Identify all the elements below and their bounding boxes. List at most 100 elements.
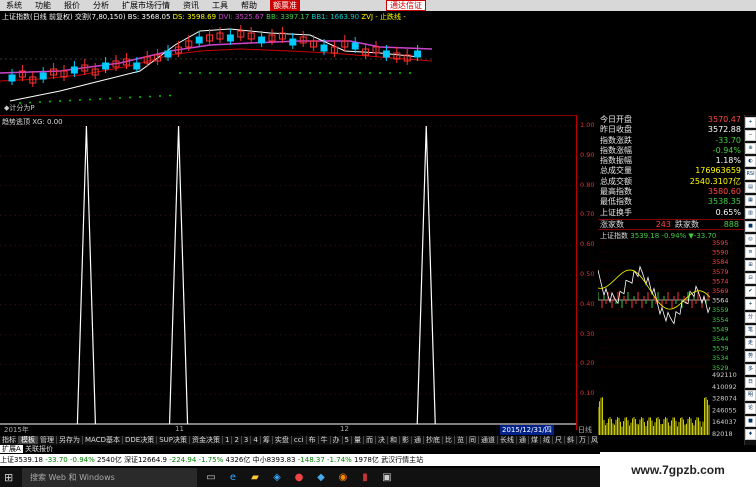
right-tool-icon[interactable]: 明	[745, 390, 756, 401]
tab-linked-quote[interactable]: 关联报价	[25, 445, 53, 453]
signal-dot	[179, 72, 181, 74]
indicator-tab[interactable]: MACD基本	[83, 436, 123, 444]
store-icon[interactable]: ◈	[269, 470, 285, 486]
task-view-icon[interactable]: ▭	[203, 470, 219, 486]
menu-system[interactable]: 系统	[0, 0, 29, 11]
right-tool-icon[interactable]: ■	[745, 416, 756, 427]
indicator-tab[interactable]: 2	[232, 436, 242, 444]
indicator-tab[interactable]: DDE决策	[122, 436, 158, 444]
indicator-tab[interactable]: 万	[576, 436, 589, 444]
right-tool-icon[interactable]: 日	[745, 377, 756, 388]
indicator-tab[interactable]: 斜	[564, 436, 577, 444]
indicator-tab[interactable]: 而	[363, 436, 376, 444]
sh-chg: -33.70	[45, 456, 68, 464]
indicator-tab[interactable]: 同	[466, 436, 479, 444]
indicator-tab[interactable]: 量	[351, 436, 364, 444]
menu-quote[interactable]: 报价	[58, 0, 87, 11]
edge-browser-icon[interactable]: e	[225, 470, 241, 486]
indicator-tab[interactable]: 通	[516, 436, 529, 444]
indicator-tab[interactable]: 比	[442, 436, 455, 444]
right-tool-icon[interactable]: ▤	[745, 182, 756, 193]
indicator-tab[interactable]: 影	[399, 436, 412, 444]
signal-dot	[379, 72, 381, 74]
menu-ext-market[interactable]: 扩展市场行情	[116, 0, 177, 11]
indicator-tab[interactable]: 筹	[260, 436, 273, 444]
right-tool-icon[interactable]: +	[745, 117, 756, 128]
server-name[interactable]: 武汉行情主站	[381, 456, 423, 464]
indicator-tab[interactable]: 布	[306, 436, 319, 444]
right-tool-icon[interactable]: 分	[745, 312, 756, 323]
right-tool-icon[interactable]: ✔	[745, 286, 756, 297]
indicator-tab[interactable]: 决	[375, 436, 388, 444]
signal-dot	[129, 96, 131, 99]
right-tool-icon[interactable]: +	[745, 299, 756, 310]
right-tool-icon[interactable]: 势	[745, 351, 756, 362]
indicator-tab[interactable]: 通	[411, 436, 424, 444]
right-tool-icon[interactable]: ≡	[745, 247, 756, 258]
app-blue-icon[interactable]: ◆	[313, 470, 329, 486]
indicator-tab[interactable]: 抄底	[423, 436, 443, 444]
period-label[interactable]: 日线	[578, 425, 592, 435]
indicator-tab[interactable]: 通道	[478, 436, 498, 444]
intraday-mini-chart[interactable]: 上证指数 3539.18 -0.94% ▼-33.70 3595 3590 3584…	[598, 230, 744, 436]
indicator-tab[interactable]: 和	[387, 436, 400, 444]
indicator-tab[interactable]: 4	[251, 436, 261, 444]
menu-function[interactable]: 功能	[29, 0, 58, 11]
right-tool-icon[interactable]: ⊟	[745, 273, 756, 284]
indicator-tab[interactable]: 办	[330, 436, 343, 444]
indicator-tab[interactable]: 绒	[540, 436, 553, 444]
indicator-tab[interactable]: 牛	[318, 436, 331, 444]
menu-tools[interactable]: 工具	[206, 0, 235, 11]
indicator-tab[interactable]: 模板	[19, 436, 38, 444]
indicator-tab[interactable]: 3	[241, 436, 252, 444]
alert-button[interactable]: 额票准	[270, 0, 300, 11]
windows-start-icon[interactable]: ⊞	[4, 471, 13, 484]
indicator-tab[interactable]: 实盘	[272, 436, 292, 444]
candle-body	[70, 66, 78, 74]
indicator-tab[interactable]: cci	[291, 436, 307, 444]
sh-pct: -0.94%	[70, 456, 95, 464]
right-tool-icon[interactable]: −	[745, 130, 756, 141]
indicator-panel[interactable]: 趋势逃顶 XG: 0.00	[0, 115, 576, 430]
right-tool-icon[interactable]: 笔	[745, 325, 756, 336]
right-tool-icon[interactable]: 论	[745, 403, 756, 414]
menu-news[interactable]: 资讯	[177, 0, 206, 11]
app-red-icon[interactable]: ●	[291, 470, 307, 486]
indicator-tab[interactable]: 长线	[497, 436, 517, 444]
right-tool-icon[interactable]: ▦	[745, 195, 756, 206]
indicator-tab[interactable]: 煤	[528, 436, 541, 444]
right-tool-icon[interactable]: ◎	[745, 234, 756, 245]
right-tool-icon[interactable]: 走	[745, 338, 756, 349]
right-tool-icon[interactable]: RSI	[745, 169, 756, 180]
indicator-tab[interactable]: 资金决策	[189, 436, 223, 444]
indicator-tab[interactable]: 另存为	[57, 436, 83, 444]
mini-price-tick: 3569	[712, 287, 729, 295]
app-orange-icon[interactable]: ◉	[335, 470, 351, 486]
right-toolbar: + − ⊕ ◐ RSI ▤ ▦ ▥ ■ ◎ ≡ ⊞ ⊟ ✔ + 分笔走势多日明论 ■ ♦	[744, 115, 756, 445]
right-tool-icon[interactable]: ⊞	[745, 260, 756, 271]
right-tool-icon[interactable]: ⊕	[745, 143, 756, 154]
indicator-tab[interactable]: SUP决策	[157, 436, 190, 444]
menu-help[interactable]: 帮助	[235, 0, 264, 11]
sub-tabs: 扩展A 关联报价	[0, 445, 598, 454]
menu-analysis[interactable]: 分析	[87, 0, 116, 11]
app-grey-icon[interactable]: ▣	[379, 470, 395, 486]
file-explorer-icon[interactable]: ▰	[247, 470, 263, 486]
indicator-tab[interactable]: 风	[588, 436, 598, 444]
indicator-tab[interactable]: 管理	[38, 436, 57, 444]
kline-chart[interactable]: 上证指数(日线 前复权) 交割(7,80,150) BS: 3568.05 DS…	[0, 11, 432, 115]
right-tool-icon[interactable]: 多	[745, 364, 756, 375]
date-month-11: 11	[175, 425, 184, 433]
taskbar-search-input[interactable]: 搜索 Web 和 Windows	[22, 468, 197, 487]
right-tool-icon[interactable]: ◐	[745, 156, 756, 167]
tab-ext-a[interactable]: 扩展A	[0, 445, 23, 453]
right-tool-icon[interactable]: ♦	[745, 429, 756, 440]
right-tool-icon[interactable]: ▥	[745, 208, 756, 219]
indicator-tab[interactable]: 尺	[552, 436, 565, 444]
indicator-tab[interactable]: 指标	[0, 436, 19, 444]
tdx-button[interactable]: 通达信证	[386, 0, 426, 11]
indicator-tab[interactable]: 览	[454, 436, 467, 444]
stock-app-icon[interactable]: ▮	[357, 470, 373, 486]
right-tool-icon[interactable]: ■	[745, 221, 756, 232]
indicator-tab[interactable]: 5	[342, 436, 352, 444]
